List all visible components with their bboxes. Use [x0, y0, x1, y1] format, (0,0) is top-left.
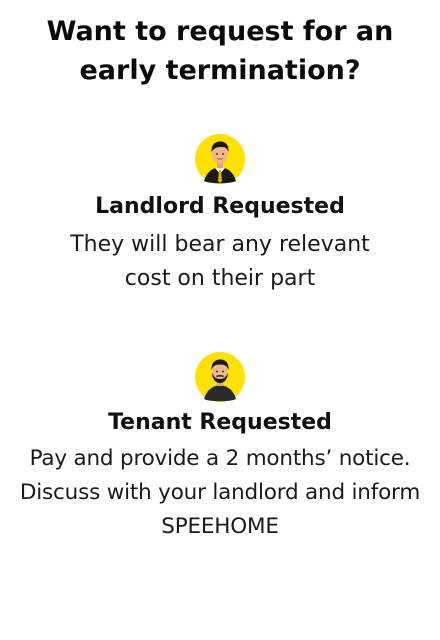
tenant-requested-title: Tenant Requested	[108, 410, 332, 435]
page-title: Want to request for an early termination…	[46, 16, 394, 86]
bearded-man-avatar-icon	[195, 352, 245, 402]
businessman-avatar-icon	[195, 134, 245, 184]
landlord-requested-option: Landlord Requested They will bear any re…	[0, 134, 440, 296]
landlord-requested-description: They will bear any relevant cost on thei…	[70, 232, 370, 291]
tenant-requested-option: Tenant Requested Pay and provide a 2 mon…	[0, 352, 440, 544]
early-termination-screen: Want to request for an early termination…	[0, 0, 440, 640]
tenant-requested-description: Pay and provide a 2 months’ notice. Disc…	[19, 446, 421, 539]
landlord-requested-title: Landlord Requested	[95, 194, 345, 219]
